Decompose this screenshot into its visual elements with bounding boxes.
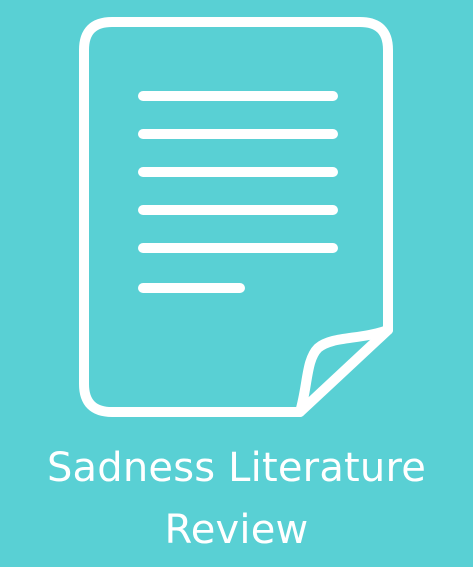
caption-title-line-1: Sadness Literature: [46, 445, 427, 491]
document-icon: [79, 17, 393, 417]
canvas: Sadness Literature Review: [0, 0, 473, 567]
caption-title-line-2: Review: [164, 507, 309, 553]
page-outline: [79, 17, 393, 417]
